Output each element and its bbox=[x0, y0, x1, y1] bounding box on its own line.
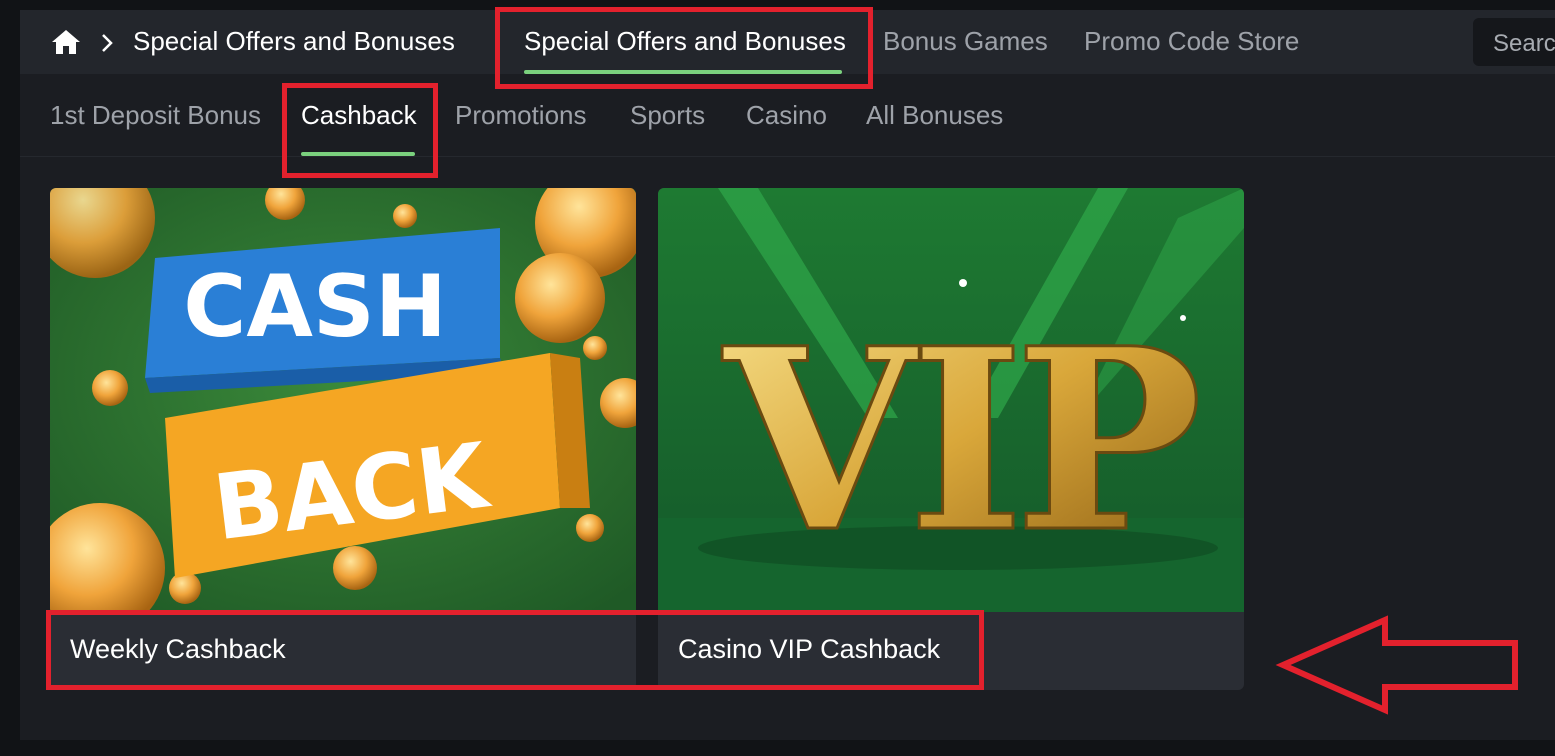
cashback-promo-image: CASH BACK bbox=[50, 188, 636, 612]
subtab-sports[interactable]: Sports bbox=[630, 100, 705, 131]
vip-image-text: VIP bbox=[722, 293, 1197, 587]
subtab-casino[interactable]: Casino bbox=[746, 100, 827, 131]
highlight-box-card-titles bbox=[46, 610, 984, 690]
page-frame: Special Offers and Bonuses Special Offer… bbox=[20, 7, 1555, 740]
tab-promo-code-store[interactable]: Promo Code Store bbox=[1084, 26, 1299, 57]
tab-bonus-games[interactable]: Bonus Games bbox=[883, 26, 1048, 57]
pointer-arrow-icon bbox=[1275, 615, 1518, 715]
cashback-image-text-cash: CASH bbox=[183, 257, 447, 357]
subtab-1st-deposit-bonus[interactable]: 1st Deposit Bonus bbox=[50, 100, 261, 131]
breadcrumb-current[interactable]: Special Offers and Bonuses bbox=[133, 26, 455, 57]
subtab-all-bonuses[interactable]: All Bonuses bbox=[866, 100, 1003, 131]
search-label: Searc bbox=[1493, 30, 1555, 57]
highlight-box-cashback-subtab bbox=[282, 83, 438, 178]
highlight-box-top-tab bbox=[495, 7, 873, 89]
subnav-divider bbox=[20, 156, 1555, 157]
subtab-promotions[interactable]: Promotions bbox=[455, 100, 587, 131]
chevron-right-icon bbox=[102, 34, 113, 52]
vip-promo-image: VIP bbox=[658, 188, 1244, 612]
home-icon[interactable] bbox=[50, 28, 82, 56]
search-input[interactable]: Searc bbox=[1473, 18, 1555, 66]
